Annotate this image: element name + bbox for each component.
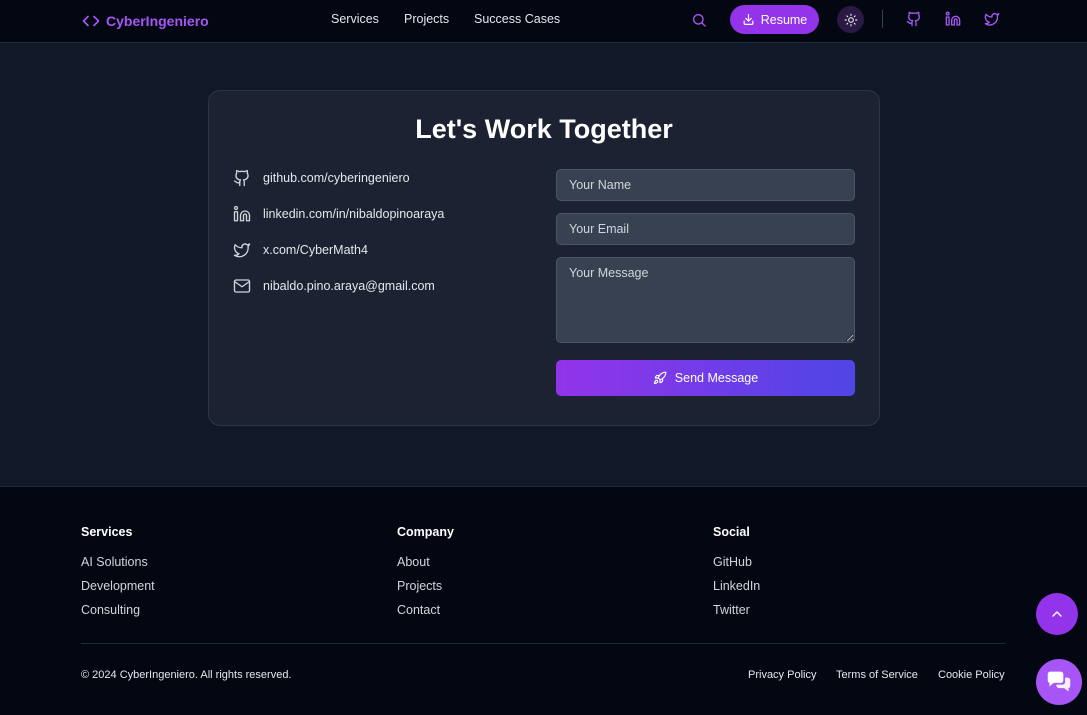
footer-column-title: Social	[713, 525, 750, 539]
mail-icon	[233, 279, 251, 293]
rocket-icon	[653, 371, 667, 385]
footer-column-title: Company	[397, 525, 454, 539]
search-icon	[693, 14, 706, 27]
footer-divider	[81, 643, 1006, 644]
contact-title: Let's Work Together	[415, 114, 673, 144]
github-icon	[233, 169, 249, 187]
linkedin-icon	[945, 11, 961, 26]
contact-linkedin-link[interactable]: linkedin.com/in/nibaldopinoaraya	[233, 204, 444, 224]
nav-link-services[interactable]: Services	[331, 12, 379, 26]
footer-column-services: Services AI Solutions Development Consul…	[81, 525, 155, 619]
nav-github-link[interactable]	[906, 11, 922, 27]
twitter-icon	[984, 13, 1000, 26]
contact-twitter-link[interactable]: x.com/CyberMath4	[233, 240, 368, 260]
linkedin-icon	[233, 205, 251, 222]
contact-email-text: nibaldo.pino.araya@gmail.com	[263, 279, 435, 293]
contact-github-link[interactable]: github.com/cyberingeniero	[233, 168, 410, 188]
chat-button[interactable]	[1036, 659, 1082, 705]
footer-link-projects[interactable]: Projects	[397, 579, 454, 595]
download-icon	[743, 14, 754, 25]
footer-link-development[interactable]: Development	[81, 579, 155, 595]
nav-twitter-link[interactable]	[984, 11, 1000, 27]
footer-column-social: Social GitHub LinkedIn Twitter	[713, 525, 760, 619]
nav-link-success-cases[interactable]: Success Cases	[474, 12, 560, 26]
cookie-policy-link[interactable]: Cookie Policy	[938, 669, 1005, 681]
resume-button[interactable]: Resume	[730, 5, 819, 34]
code-brackets-icon	[82, 15, 100, 27]
chat-bubbles-icon	[1047, 671, 1071, 692]
theme-toggle-button[interactable]	[837, 6, 864, 33]
copyright-text: © 2024 CyberIngeniero. All rights reserv…	[81, 669, 292, 681]
chevron-up-icon	[1052, 611, 1062, 617]
contact-email-link[interactable]: nibaldo.pino.araya@gmail.com	[233, 276, 435, 296]
scroll-to-top-button[interactable]	[1036, 593, 1078, 635]
footer-link-ai-solutions[interactable]: AI Solutions	[81, 555, 155, 571]
nav-linkedin-link[interactable]	[945, 11, 961, 27]
contact-card: Let's Work Together github.com/cyberinge…	[208, 90, 880, 426]
email-field[interactable]	[556, 213, 855, 245]
footer-link-contact[interactable]: Contact	[397, 603, 454, 619]
nav-link-projects[interactable]: Projects	[404, 12, 449, 26]
message-field[interactable]	[556, 257, 855, 343]
footer-link-linkedin[interactable]: LinkedIn	[713, 579, 760, 595]
footer-link-consulting[interactable]: Consulting	[81, 603, 155, 619]
footer-link-about[interactable]: About	[397, 555, 454, 571]
send-message-label: Send Message	[674, 371, 759, 385]
top-navbar: CyberIngeniero Services Projects Success…	[0, 0, 1087, 43]
name-field[interactable]	[556, 169, 855, 201]
twitter-icon	[233, 243, 251, 258]
footer-column-title: Services	[81, 525, 133, 539]
footer-link-github[interactable]: GitHub	[713, 555, 760, 571]
footer-column-company: Company About Projects Contact	[397, 525, 454, 619]
footer-link-twitter[interactable]: Twitter	[713, 603, 760, 619]
contact-section: Let's Work Together github.com/cyberinge…	[0, 43, 1087, 486]
send-message-button[interactable]: Send Message	[556, 360, 855, 396]
footer: Services AI Solutions Development Consul…	[0, 486, 1087, 715]
privacy-policy-link[interactable]: Privacy Policy	[748, 669, 816, 681]
sun-icon	[844, 13, 857, 26]
contact-github-text: github.com/cyberingeniero	[263, 171, 410, 185]
terms-of-service-link[interactable]: Terms of Service	[836, 669, 918, 681]
resume-label: Resume	[760, 12, 808, 27]
contact-linkedin-text: linkedin.com/in/nibaldopinoaraya	[263, 207, 445, 221]
brand-logo[interactable]: CyberIngeniero	[82, 11, 209, 31]
contact-twitter-text: x.com/CyberMath4	[263, 243, 368, 257]
brand-name: CyberIngeniero	[106, 13, 209, 29]
github-icon	[906, 11, 921, 27]
nav-divider	[882, 10, 883, 28]
search-button[interactable]	[690, 11, 708, 29]
